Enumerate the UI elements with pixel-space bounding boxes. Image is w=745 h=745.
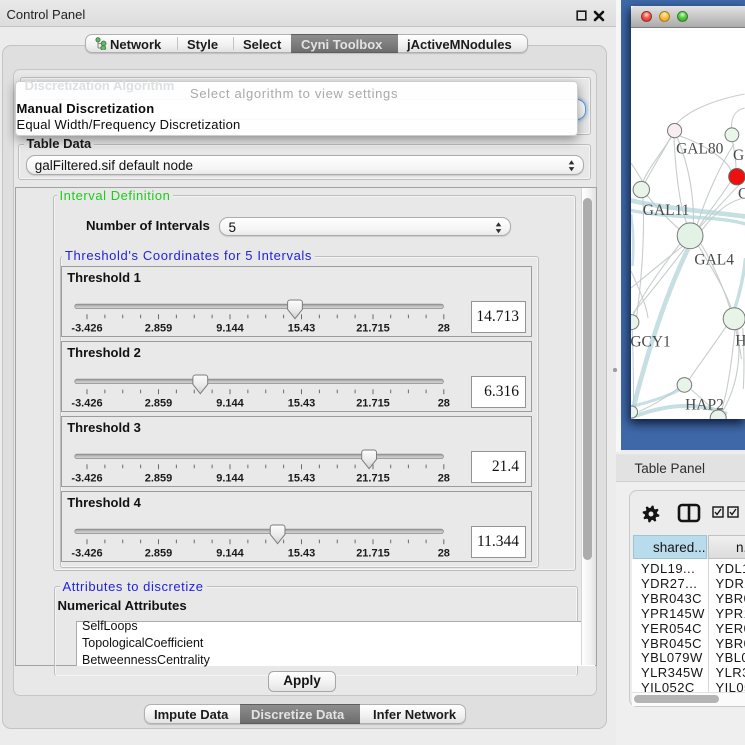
svg-text:28: 28 bbox=[438, 323, 450, 335]
svg-text:-3.426: -3.426 bbox=[72, 473, 103, 485]
svg-text:GCY1: GCY1 bbox=[631, 333, 671, 350]
svg-text:15.43: 15.43 bbox=[288, 548, 316, 560]
svg-text:GAL80: GAL80 bbox=[676, 140, 724, 157]
svg-text:15.43: 15.43 bbox=[288, 323, 316, 335]
svg-text:9.144: 9.144 bbox=[216, 398, 244, 410]
svg-text:C: C bbox=[738, 185, 745, 202]
svg-text:GAL11: GAL11 bbox=[643, 201, 690, 218]
svg-text:2.859: 2.859 bbox=[145, 473, 173, 485]
svg-text:2.859: 2.859 bbox=[145, 398, 173, 410]
svg-text:2.859: 2.859 bbox=[145, 323, 173, 335]
svg-text:28: 28 bbox=[438, 548, 450, 560]
svg-text:21.715: 21.715 bbox=[356, 473, 390, 485]
svg-text:21.715: 21.715 bbox=[356, 548, 390, 560]
svg-text:28: 28 bbox=[438, 398, 450, 410]
svg-text:21.715: 21.715 bbox=[356, 323, 390, 335]
svg-text:-3.426: -3.426 bbox=[72, 323, 103, 335]
svg-text:2.859: 2.859 bbox=[145, 548, 173, 560]
svg-text:-3.426: -3.426 bbox=[72, 398, 103, 410]
svg-text:HAP2: HAP2 bbox=[685, 396, 724, 413]
svg-text:9.144: 9.144 bbox=[216, 548, 244, 560]
svg-text:15.43: 15.43 bbox=[288, 398, 316, 410]
svg-text:G.: G. bbox=[733, 147, 745, 164]
svg-text:H: H bbox=[736, 332, 745, 349]
svg-text:GAL4: GAL4 bbox=[695, 251, 735, 268]
svg-text:15.43: 15.43 bbox=[288, 473, 316, 485]
svg-text:21.715: 21.715 bbox=[356, 398, 390, 410]
svg-text:28: 28 bbox=[438, 473, 450, 485]
svg-text:9.144: 9.144 bbox=[216, 473, 244, 485]
svg-text:-3.426: -3.426 bbox=[72, 548, 103, 560]
svg-text:9.144: 9.144 bbox=[216, 323, 244, 335]
